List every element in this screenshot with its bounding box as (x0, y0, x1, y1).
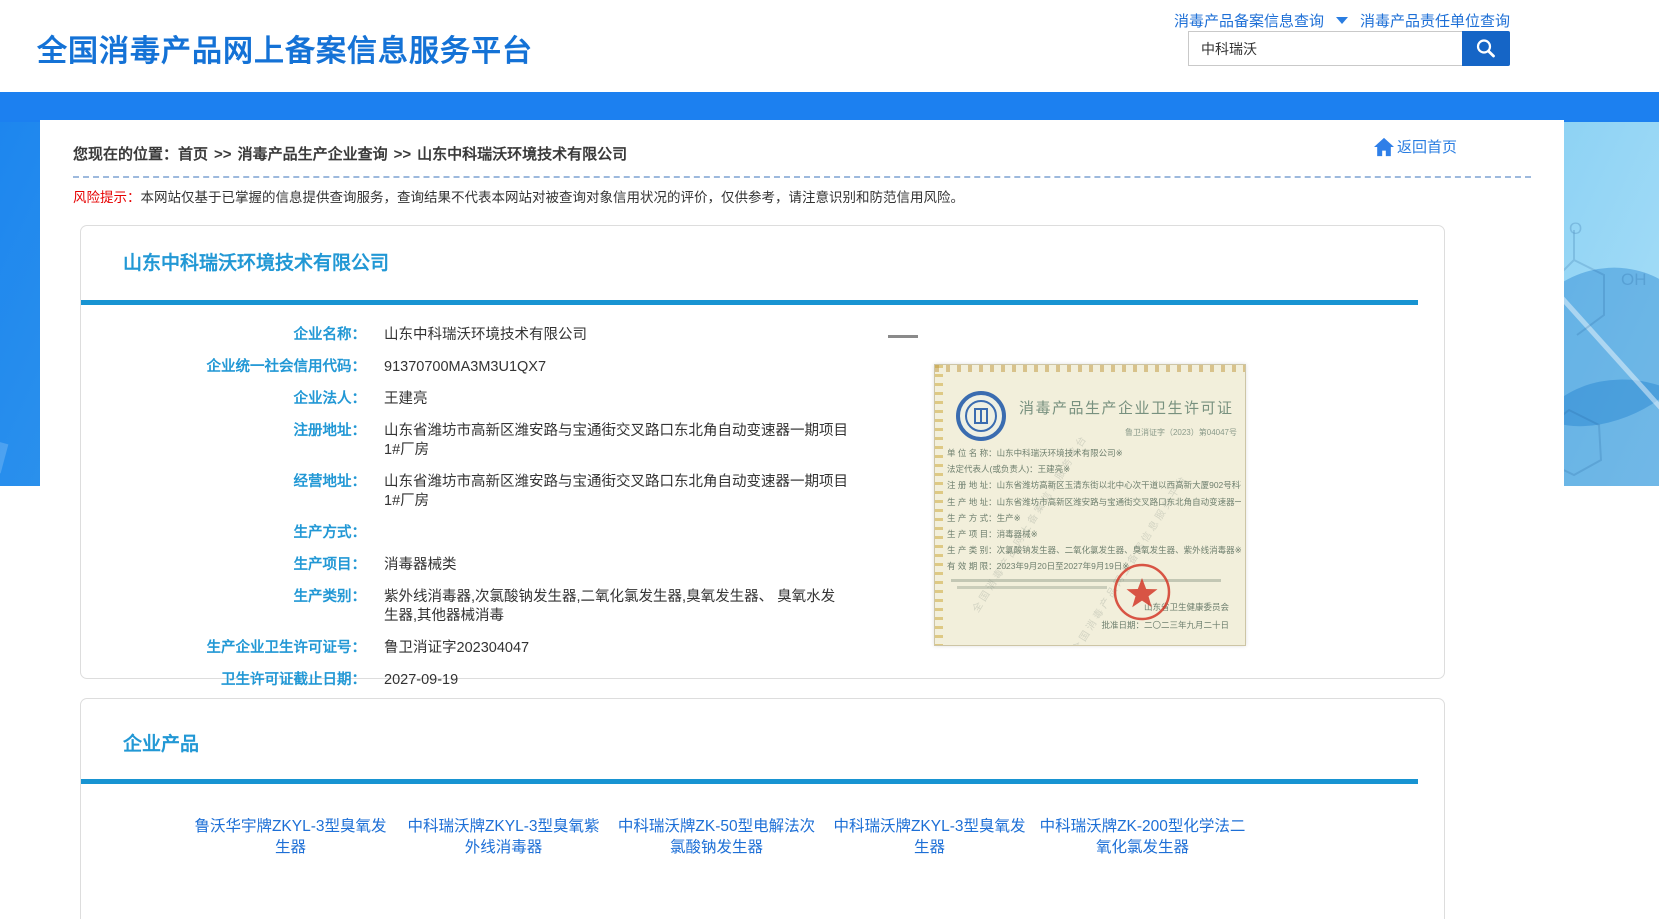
breadcrumb-section-link[interactable]: 消毒产品生产企业查询 (238, 146, 388, 163)
molecule-label-o: O (1569, 220, 1582, 238)
certificate-line: 生 产 项 目：消毒器械※ (947, 526, 1241, 542)
field-value: 消毒器械类 (384, 556, 849, 575)
field-value: 91370700MA3M3U1QX7 (384, 358, 849, 377)
molecule-label-oh: OH (1621, 270, 1647, 289)
products-card: 企业产品 鲁沃华宇牌ZKYL-3型臭氧发生器 中科瑞沃牌ZKYL-3型臭氧紫外线… (80, 698, 1445, 919)
field-value: 紫外线消毒器,次氯酸钠发生器,二氧化氯发生器,臭氧发生器、 臭氧水发生器,其他器… (384, 588, 849, 626)
card-title-underline (81, 779, 1418, 784)
breadcrumb-separator: >> (394, 146, 412, 163)
certificate-emblem-icon (955, 390, 1007, 442)
field-row: 注册地址： 山东省潍坊市高新区潍安路与宝通街交叉路口东北角自动变速器一期项目1#厂… (81, 422, 941, 460)
back-home-link[interactable]: 返回首页 (1373, 136, 1457, 157)
risk-notice-label: 风险提示： (73, 190, 141, 205)
top-nav: 消毒产品备案信息查询 消毒产品责任单位查询 (1174, 10, 1510, 31)
main-panel: 您现在的位置：首页 >> 消毒产品生产企业查询 >> 山东中科瑞沃环境技术有限公司 返回… (40, 120, 1564, 919)
top-header: 全国消毒产品网上备案信息服务平台 消毒产品备案信息查询 消毒产品责任单位查询 (0, 0, 1659, 92)
scan-artifact-dash (888, 335, 918, 338)
back-home-label: 返回首页 (1397, 136, 1457, 157)
product-link[interactable]: 中科瑞沃牌ZKYL-3型臭氧紫外线消毒器 (400, 816, 607, 858)
site-title: 全国消毒产品网上备案信息服务平台 (37, 26, 533, 70)
banner-strip (0, 92, 1659, 122)
field-row: 企业名称： 山东中科瑞沃环境技术有限公司 (81, 326, 941, 345)
certificate-line: 单 位 名 称：山东中科瑞沃环境技术有限公司※ (947, 445, 1241, 461)
breadcrumb-home-link[interactable]: 首页 (178, 146, 208, 163)
search-button[interactable] (1462, 31, 1510, 66)
product-link[interactable]: 中科瑞沃牌ZK-50型电解法次氯酸钠发生器 (613, 816, 820, 858)
field-label: 生产项目： (81, 556, 366, 575)
company-card: 山东中科瑞沃环境技术有限公司 企业名称： 山东中科瑞沃环境技术有限公司 企业统一社… (80, 225, 1445, 679)
certificate-number: 鲁卫消证字（2023）第04047号 (1125, 427, 1237, 438)
nav-link-filing-query[interactable]: 消毒产品备案信息查询 (1174, 10, 1324, 31)
field-row: 生产方式： (81, 524, 941, 543)
breadcrumb-current: 山东中科瑞沃环境技术有限公司 (417, 146, 627, 163)
nav-link-responsible-query[interactable]: 消毒产品责任单位查询 (1360, 10, 1510, 31)
field-value: 山东省潍坊市高新区潍安路与宝通街交叉路口东北角自动变速器一期项目1#厂房 (384, 422, 849, 460)
field-value: 2027-09-19 (384, 671, 849, 690)
certificate-lines: 单 位 名 称：山东中科瑞沃环境技术有限公司※ 法定代表人(或负责人)：王建亮※… (947, 445, 1241, 575)
risk-notice: 风险提示：本网站仅基于已掌握的信息提供查询服务，查询结果不代表本网站对被查询对象… (73, 186, 964, 206)
field-label: 注册地址： (81, 422, 366, 460)
field-label: 生产方式： (81, 524, 366, 543)
product-link[interactable]: 鲁沃华宇牌ZKYL-3型臭氧发生器 (187, 816, 394, 858)
field-value: 鲁卫消证字202304047 (384, 639, 849, 658)
search-icon (1474, 37, 1498, 61)
product-link[interactable]: 中科瑞沃牌ZK-200型化学法二氧化氯发生器 (1039, 816, 1246, 858)
field-row: 生产类别： 紫外线消毒器,次氯酸钠发生器,二氧化氯发生器,臭氧发生器、 臭氧水发生… (81, 588, 941, 626)
field-row: 企业统一社会信用代码： 91370700MA3M3U1QX7 (81, 358, 941, 377)
field-value: 山东中科瑞沃环境技术有限公司 (384, 326, 849, 345)
certificate-line: 法定代表人(或负责人)：王建亮※ (947, 461, 1241, 477)
certificate-line: 生 产 地 址：山东省潍坊市高新区潍安路与宝通街交叉路口东北角自动变速器一期厂房… (947, 494, 1241, 510)
field-label: 经营地址： (81, 473, 366, 511)
company-card-title: 山东中科瑞沃环境技术有限公司 (123, 248, 389, 275)
red-seal-icon (1111, 561, 1173, 623)
product-list: 鲁沃华宇牌ZKYL-3型臭氧发生器 中科瑞沃牌ZKYL-3型臭氧紫外线消毒器 中… (187, 816, 1367, 858)
field-label: 卫生许可证截止日期： (81, 671, 366, 690)
field-value: 王建亮 (384, 390, 849, 409)
company-fields: 企业名称： 山东中科瑞沃环境技术有限公司 企业统一社会信用代码： 91370700M… (81, 326, 941, 703)
field-row: 生产企业卫生许可证号： 鲁卫消证字202304047 (81, 639, 941, 658)
certificate-fineprint (951, 579, 1221, 582)
certificate-line: 生 产 类 别：次氯酸钠发生器、二氧化氯发生器、臭氧发生器、紫外线消毒器※ (947, 542, 1241, 558)
page: 全国消毒产品网上备案信息服务平台 消毒产品备案信息查询 消毒产品责任单位查询 (0, 0, 1659, 919)
search-bar (1188, 31, 1510, 66)
product-link[interactable]: 中科瑞沃牌ZKYL-3型臭氧发生器 (826, 816, 1033, 858)
products-card-title: 企业产品 (123, 729, 199, 756)
hygiene-license-certificate-image: 全国消毒产品网上备案信息服务平台 全国消毒产品网上备案信息服务平台 消毒产品生产… (934, 364, 1246, 646)
field-label: 生产类别： (81, 588, 366, 626)
field-row: 生产项目： 消毒器械类 (81, 556, 941, 575)
certificate-line: 注 册 地 址：山东省潍坊高新区玉清东街以北中心次干道以西高新大厦902号科研※ (947, 477, 1241, 493)
field-value: 山东省潍坊市高新区潍安路与宝通街交叉路口东北角自动变速器一期项目1#厂房 (384, 473, 849, 511)
certificate-fineprint (957, 586, 1107, 589)
home-icon (1373, 137, 1395, 157)
breadcrumb-separator: >> (214, 146, 232, 163)
breadcrumb: 您现在的位置：首页 >> 消毒产品生产企业查询 >> 山东中科瑞沃环境技术有限公司 (73, 143, 627, 164)
breadcrumb-prefix: 您现在的位置： (73, 146, 178, 163)
certificate-line: 有 效 期 限：2023年9月20日至2027年9月19日※ (947, 558, 1241, 574)
risk-notice-text: 本网站仅基于已掌握的信息提供查询服务，查询结果不代表本网站对被查询对象信用状况的… (141, 190, 965, 205)
chevron-down-icon[interactable] (1336, 17, 1348, 24)
certificate-title: 消毒产品生产企业卫生许可证 (1019, 397, 1234, 418)
field-label: 企业统一社会信用代码： (81, 358, 366, 377)
dashed-separator (73, 176, 1531, 178)
field-label: 生产企业卫生许可证号： (81, 639, 366, 658)
field-row: 企业法人： 王建亮 (81, 390, 941, 409)
field-row: 经营地址： 山东省潍坊市高新区潍安路与宝通街交叉路口东北角自动变速器一期项目1#厂… (81, 473, 941, 511)
certificate-line: 生 产 方 式：生产※ (947, 510, 1241, 526)
card-title-underline (81, 300, 1418, 305)
field-label: 企业名称： (81, 326, 366, 345)
search-input[interactable] (1188, 31, 1462, 66)
field-value (384, 524, 849, 543)
field-label: 企业法人： (81, 390, 366, 409)
field-row: 卫生许可证截止日期： 2027-09-19 (81, 671, 941, 690)
